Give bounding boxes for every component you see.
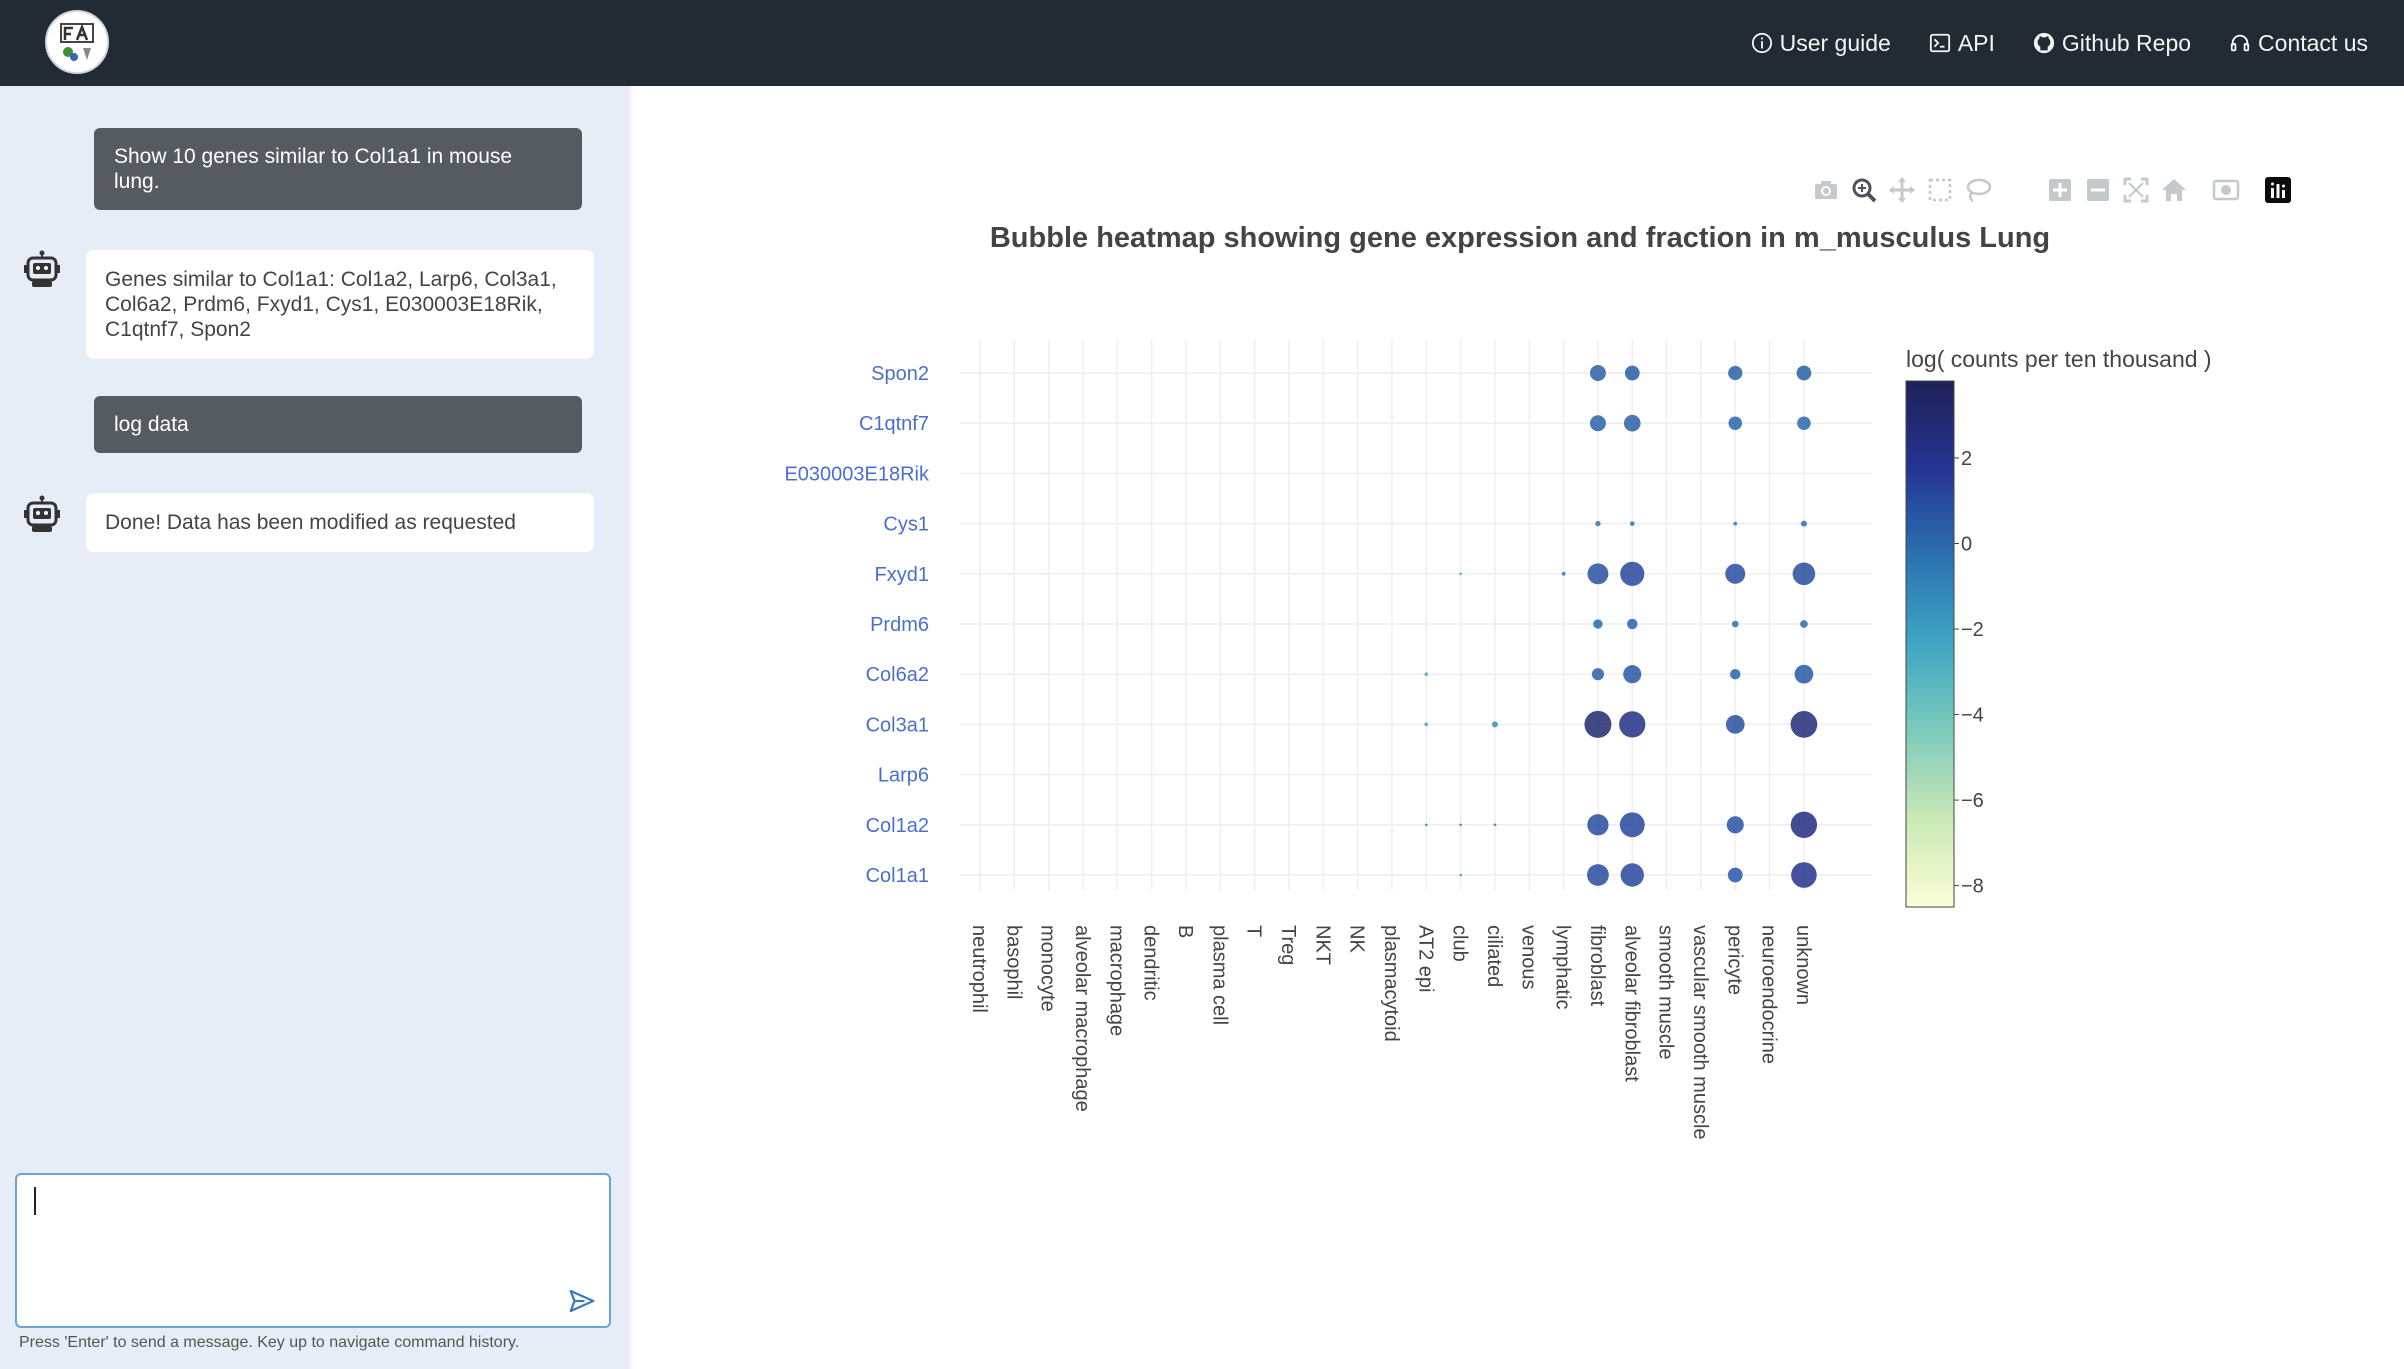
x-tick-label: NKT [1311,925,1333,965]
bubble-point[interactable] [1624,365,1640,381]
bubble-point[interactable] [1589,365,1606,381]
bubble-point[interactable] [1459,873,1462,877]
bubble-point[interactable] [1727,867,1743,883]
y-tick-label: C1qtnf7 [859,413,929,435]
bubble-point[interactable] [1629,521,1635,526]
bubble-point[interactable] [1790,711,1818,738]
bubble-point[interactable] [1587,563,1609,585]
bubble-point[interactable] [1796,365,1812,381]
bubble-point[interactable] [1800,620,1808,628]
bubble-point[interactable] [1587,814,1609,836]
bubble-point[interactable] [1561,571,1566,576]
x-tick-label: fibroblast [1586,925,1608,1007]
x-tick-label: alveolar macrophage [1071,925,1093,1112]
x-tick-label: NK [1346,925,1368,953]
bubble-point[interactable] [1593,619,1603,629]
x-tick-label: macrophage [1105,925,1127,1036]
bubble-point[interactable] [1728,365,1743,381]
x-tick-label: smooth muscle [1655,925,1677,1060]
bubble-point[interactable] [1620,561,1645,586]
bubble-point[interactable] [1491,721,1498,728]
x-tick-label: Treg [1277,925,1299,965]
colorbar-tick-label: 2 [1961,448,1972,470]
x-tick-label: lymphatic [1552,925,1574,1009]
x-tick-label: club [1449,925,1471,962]
y-tick-label: Larp6 [878,765,929,787]
bubble-point[interactable] [1589,415,1606,432]
bubble-point[interactable] [1733,521,1738,526]
x-tick-label: vascular smooth muscle [1689,925,1711,1140]
bubble-point[interactable] [1424,823,1428,827]
bubble-point[interactable] [1726,816,1744,834]
bubble-point[interactable] [1459,572,1462,575]
y-tick-label: Col1a1 [866,865,929,887]
bubble-point[interactable] [1623,665,1642,684]
x-tick-label: monocyte [1037,925,1059,1012]
x-tick-label: basophil [1002,925,1024,1000]
x-tick-label: dendritic [1140,925,1162,1001]
colorbar-tick-label: −2 [1961,619,1984,641]
x-tick-label: B [1174,925,1196,938]
x-tick-label: plasma cell [1208,925,1230,1025]
x-tick-label: pericyte [1723,925,1745,995]
x-tick-label: AT2 epi [1414,925,1436,992]
bubble-point[interactable] [1797,416,1811,430]
y-tick-label: Fxyd1 [875,564,929,586]
x-tick-label: plasmacytoid [1380,925,1402,1042]
bubble-point[interactable] [1619,711,1646,738]
bubble-point[interactable] [1731,620,1739,628]
bubble-point[interactable] [1725,715,1745,734]
colorbar-title: log( counts per ten thousand ) [1906,346,2212,372]
x-tick-label: neuroendocrine [1758,925,1780,1064]
x-tick-label: T [1243,925,1265,937]
bubble-point[interactable] [1587,864,1609,886]
colorbar [1905,380,1955,908]
bubble-point[interactable] [1424,672,1429,677]
bubble-point[interactable] [1627,618,1638,630]
y-tick-label: Cys1 [883,514,929,536]
x-tick-label: alveolar fibroblast [1620,925,1642,1082]
bubble-point[interactable] [1730,668,1741,680]
y-tick-label: Col6a2 [866,664,929,686]
colorbar-tick-label: −8 [1961,876,1984,898]
bubble-point[interactable] [1725,563,1746,584]
bubble-point[interactable] [1623,414,1641,432]
y-tick-label: Prdm6 [870,614,929,636]
bubble-point[interactable] [1424,722,1429,727]
bubble-point[interactable] [1792,562,1816,586]
bubble-heatmap-chart[interactable]: Spon2 C1qtnf7 E030003E18Rik Cys1 Fxyd1 Prdm6 C… [0,0,2404,1369]
bubble-point[interactable] [1459,823,1462,827]
bubble-point[interactable] [1790,811,1818,838]
y-tick-label: Col3a1 [866,714,929,736]
colorbar-tick-label: −4 [1961,705,1984,727]
colorbar-tick-label: 0 [1961,534,1972,556]
x-tick-label: ciliated [1483,925,1505,987]
bubble-point[interactable] [1620,863,1644,887]
colorbar-tick-label: −6 [1961,790,1984,812]
y-tick-label: E030003E18Rik [784,463,930,485]
bubble-point[interactable] [1493,823,1497,827]
bubble-point[interactable] [1728,416,1743,430]
bubble-point[interactable] [1800,520,1807,527]
x-tick-label: unknown [1792,925,1814,1005]
bubble-point[interactable] [1619,812,1645,838]
bubble-point[interactable] [1584,710,1612,738]
x-tick-label: neutrophil [968,925,990,1013]
bubble-point[interactable] [1791,862,1817,888]
bubble-point[interactable] [1591,668,1604,681]
y-tick-label: Spon2 [871,363,929,385]
y-tick-label: Col1a2 [866,815,929,837]
bubble-point[interactable] [1595,520,1601,527]
x-tick-label: venous [1517,925,1539,990]
bubble-point[interactable] [1794,664,1814,684]
